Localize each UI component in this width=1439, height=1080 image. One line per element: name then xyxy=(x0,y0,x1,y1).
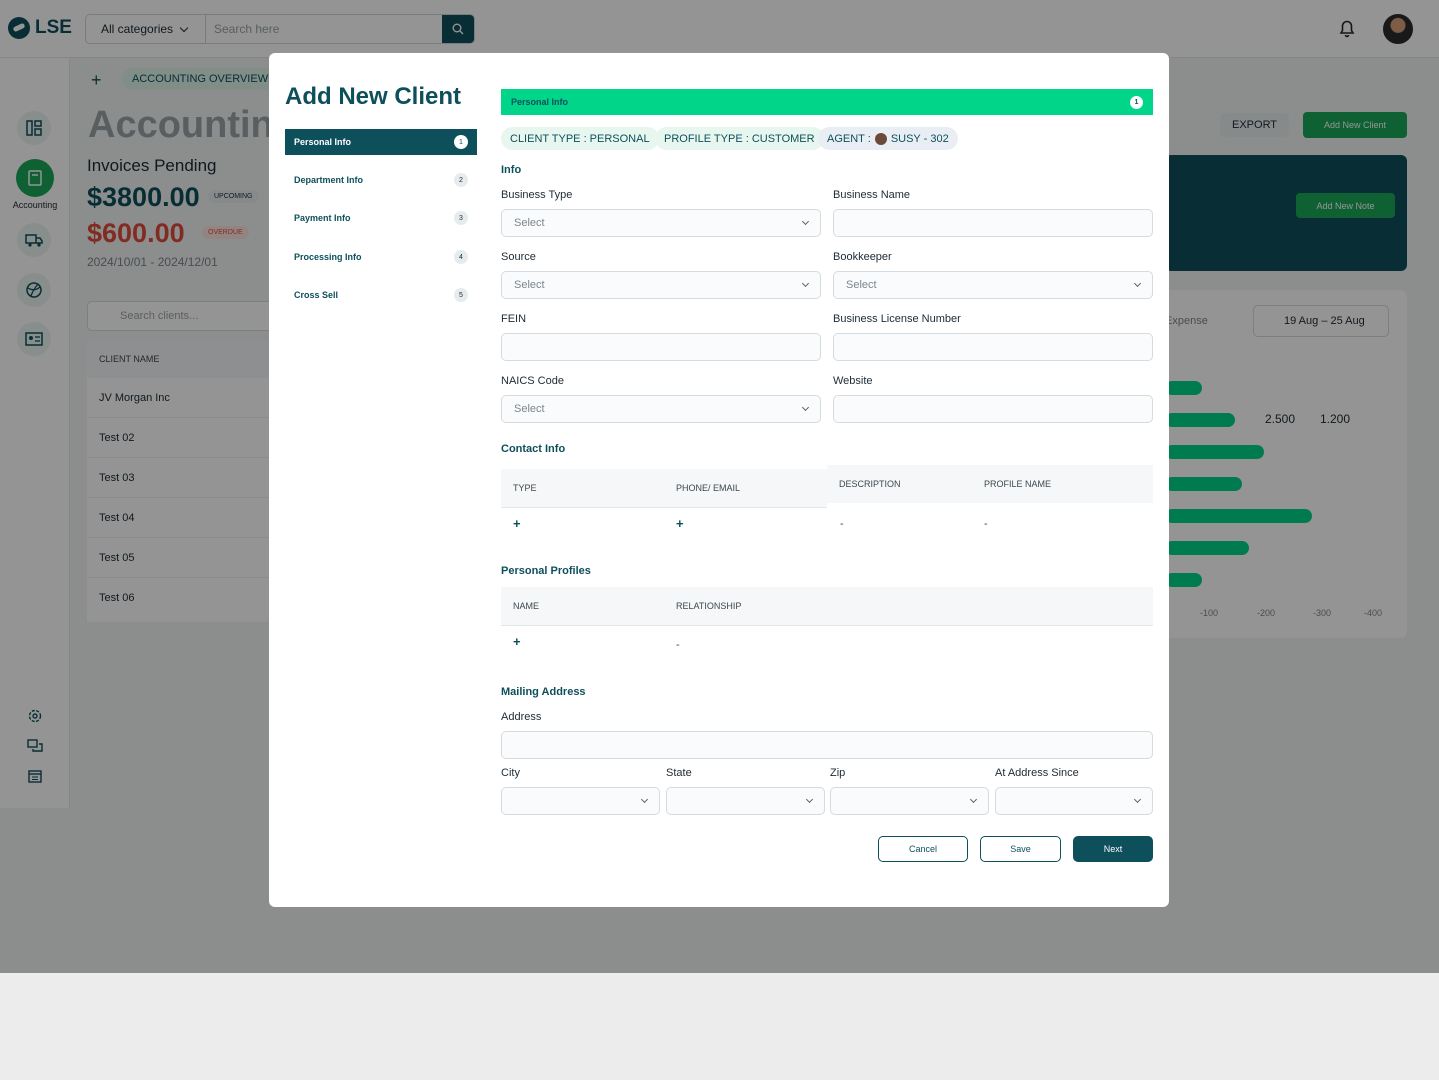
profile-type-chip: PROFILE TYPE : CUSTOMER xyxy=(655,127,824,150)
select-placeholder: Select xyxy=(514,279,545,291)
step-cross-sell[interactable]: Cross Sell 5 xyxy=(285,282,477,308)
chevron-down-icon xyxy=(805,795,814,804)
chevron-down-icon xyxy=(1133,795,1142,804)
section-progress-bar: Personal Info 1 xyxy=(501,89,1153,115)
step-label: Cross Sell xyxy=(294,290,339,300)
col-name: NAME xyxy=(513,601,540,611)
info-heading: Info xyxy=(501,164,522,176)
divider xyxy=(501,507,827,508)
select-placeholder: Select xyxy=(514,403,545,415)
website-input[interactable] xyxy=(833,395,1153,423)
add-contact-type-button[interactable]: + xyxy=(513,516,521,531)
step-payment-info[interactable]: Payment Info 3 xyxy=(285,205,477,231)
col-relationship: RELATIONSHIP xyxy=(676,601,742,611)
agent-name: SUSY - 302 xyxy=(890,132,949,145)
profile-name-value: - xyxy=(984,518,988,530)
save-button[interactable]: Save xyxy=(980,836,1061,862)
description-value: - xyxy=(840,518,844,530)
zip-label: Zip xyxy=(830,767,846,779)
address-label: Address xyxy=(501,711,542,723)
select-placeholder: Select xyxy=(514,217,545,229)
business-name-label: Business Name xyxy=(833,189,911,201)
add-client-modal: Add New Client Personal Info 1 Departmen… xyxy=(269,53,1169,907)
license-label: Business License Number xyxy=(833,313,961,325)
step-department-info[interactable]: Department Info 2 xyxy=(285,167,477,193)
contact-info-heading: Contact Info xyxy=(501,443,566,455)
naics-label: NAICS Code xyxy=(501,375,564,387)
step-label: Personal Info xyxy=(294,137,352,147)
fein-label: FEIN xyxy=(501,313,527,325)
step-label: Department Info xyxy=(294,175,364,185)
add-contact-phone-button[interactable]: + xyxy=(676,516,684,531)
step-number: 1 xyxy=(454,135,468,149)
agent-avatar xyxy=(874,132,887,145)
address-since-select[interactable] xyxy=(995,787,1153,815)
state-label: State xyxy=(666,767,692,779)
chevron-down-icon xyxy=(801,403,810,412)
select-placeholder: Select xyxy=(846,279,877,291)
fein-input[interactable] xyxy=(501,333,821,361)
business-type-select[interactable]: Select xyxy=(501,209,821,237)
profiles-table-header: NAME RELATIONSHIP xyxy=(501,587,1153,625)
modal-title: Add New Client xyxy=(285,83,462,110)
source-label: Source xyxy=(501,251,536,263)
step-number: 2 xyxy=(454,173,468,187)
bookkeeper-select[interactable]: Select xyxy=(833,271,1153,299)
divider xyxy=(501,625,1153,626)
col-phone-email: PHONE/ EMAIL xyxy=(676,483,741,493)
website-label: Website xyxy=(833,375,873,387)
step-number: 5 xyxy=(454,288,468,302)
page-footer-area xyxy=(0,973,1439,1080)
bar-label: Personal Info xyxy=(511,97,569,107)
cancel-button[interactable]: Cancel xyxy=(878,836,968,862)
bookkeeper-label: Bookkeeper xyxy=(833,251,892,263)
source-select[interactable]: Select xyxy=(501,271,821,299)
step-personal-info[interactable]: Personal Info 1 xyxy=(285,129,477,155)
relationship-value: - xyxy=(676,639,680,651)
business-type-label: Business Type xyxy=(501,189,573,201)
col-type: TYPE xyxy=(513,483,537,493)
step-label: Payment Info xyxy=(294,213,351,223)
chevron-down-icon xyxy=(640,795,649,804)
step-number: 3 xyxy=(454,211,468,225)
col-profile-name: PROFILE NAME xyxy=(984,479,1052,489)
step-processing-info[interactable]: Processing Info 4 xyxy=(285,244,477,270)
add-profile-button[interactable]: + xyxy=(513,634,521,649)
address-since-label: At Address Since xyxy=(995,767,1079,779)
city-label: City xyxy=(501,767,520,779)
state-select[interactable] xyxy=(666,787,825,815)
personal-profiles-heading: Personal Profiles xyxy=(501,565,591,577)
next-button[interactable]: Next xyxy=(1073,836,1153,862)
bar-step-number: 1 xyxy=(1130,95,1143,109)
license-input[interactable] xyxy=(833,333,1153,361)
city-select[interactable] xyxy=(501,787,660,815)
chevron-down-icon xyxy=(1133,279,1142,288)
chevron-down-icon xyxy=(801,217,810,226)
chevron-down-icon xyxy=(969,795,978,804)
address-input[interactable] xyxy=(501,731,1153,759)
agent-chip: AGENT : SUSY - 302 xyxy=(818,127,958,150)
step-label: Processing Info xyxy=(294,252,362,262)
contact-table-header: TYPE PHONE/ EMAIL xyxy=(501,469,827,507)
naics-select[interactable]: Select xyxy=(501,395,821,423)
contact-table-header-right: DESCRIPTION PROFILE NAME xyxy=(827,465,1153,503)
business-name-input[interactable] xyxy=(833,209,1153,237)
agent-prefix: AGENT : xyxy=(827,132,871,145)
col-description: DESCRIPTION xyxy=(839,479,901,489)
client-type-chip: CLIENT TYPE : PERSONAL xyxy=(501,127,659,150)
step-number: 4 xyxy=(454,250,468,264)
mailing-address-heading: Mailing Address xyxy=(501,686,586,698)
zip-select[interactable] xyxy=(830,787,989,815)
chevron-down-icon xyxy=(801,279,810,288)
